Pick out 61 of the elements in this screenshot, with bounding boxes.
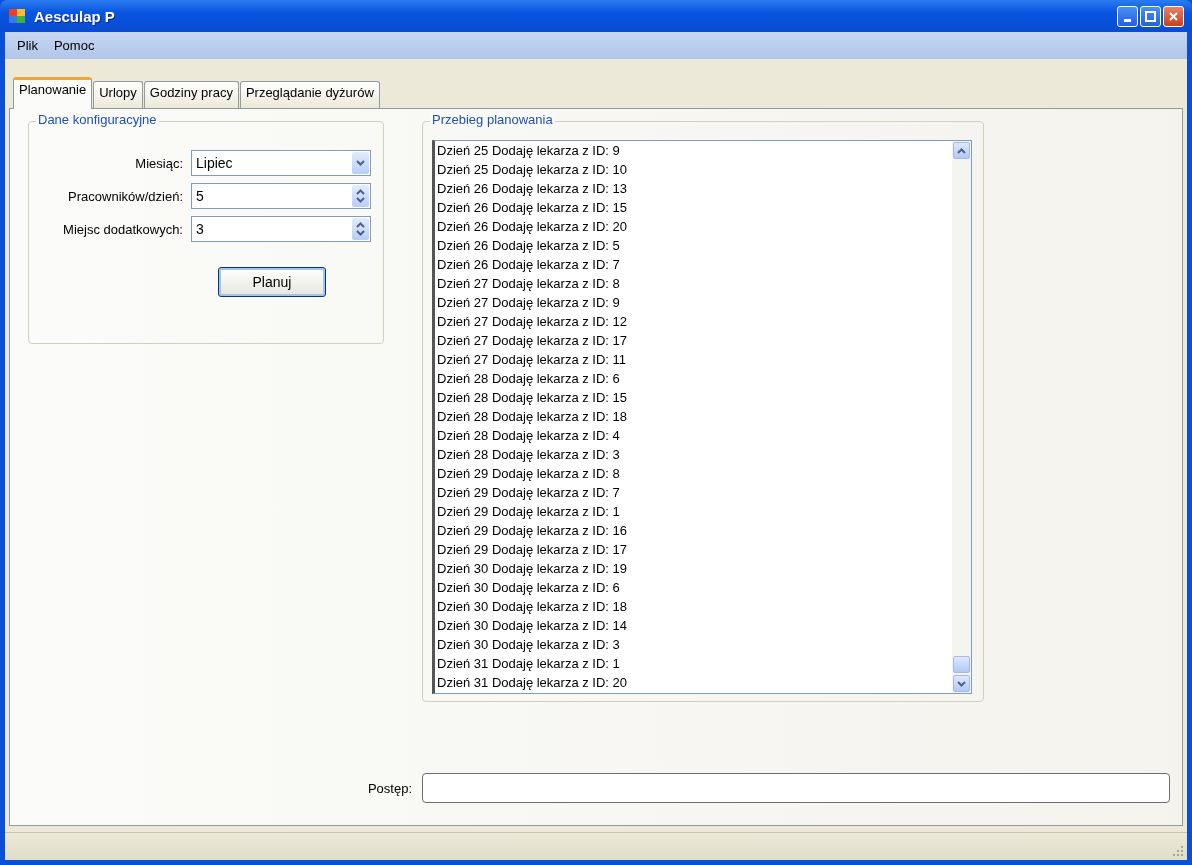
scroll-down-button[interactable] — [953, 675, 970, 692]
log-line: Dzień 29 Dodaję lekarza z ID: 7 — [437, 484, 621, 502]
log-line: Dzień 26 Dodaję lekarza z ID: 15 — [437, 199, 629, 217]
log-line: Dzień 29 Dodaję lekarza z ID: 16 — [437, 522, 629, 540]
resize-grip-icon — [1172, 845, 1184, 857]
log-line: Dzień 29 Dodaję lekarza z ID: 1 — [437, 503, 621, 521]
window-title: Aesculap P — [34, 7, 116, 25]
log-line: Dzień 28 Dodaję lekarza z ID: 3 — [437, 446, 621, 464]
month-dropdown[interactable]: Lipiec — [191, 150, 371, 176]
minimize-icon — [1124, 18, 1131, 22]
dropdown-button[interactable] — [352, 152, 369, 174]
log-line: Dzień 31 Dodaję lekarza z ID: 20 — [437, 674, 629, 692]
log-line: Dzień 30 Dodaję lekarza z ID: 14 — [437, 617, 629, 635]
field-label: Pracowników/dzień: — [68, 188, 183, 204]
log-line: Dzień 30 Dodaję lekarza z ID: 3 — [437, 636, 621, 654]
progress-label: Postęp: — [366, 780, 412, 796]
log-line: Dzień 30 Dodaję lekarza z ID: 19 — [437, 560, 629, 578]
log-line: Dzień 28 Dodaję lekarza z ID: 18 — [437, 408, 629, 426]
maximize-button[interactable] — [1140, 5, 1161, 27]
log-line: Dzień 29 Dodaję lekarza z ID: 17 — [437, 541, 629, 559]
log-line: Dzień 26 Dodaję lekarza z ID: 13 — [437, 180, 629, 198]
tab[interactable]: Godziny pracy — [143, 81, 239, 108]
log-line: Dzień 31 Dodaję lekarza z ID: 1 — [437, 655, 621, 673]
log-line: Dzień 27 Dodaję lekarza z ID: 12 — [437, 313, 629, 331]
menu-item[interactable]: Pomoc — [47, 36, 101, 55]
close-button[interactable] — [1163, 5, 1184, 27]
log-line: Dzień 27 Dodaję lekarza z ID: 17 — [437, 332, 629, 350]
log-line: Dzień 26 Dodaję lekarza z ID: 5 — [437, 237, 621, 255]
group-title: Przebieg planowania — [430, 112, 555, 127]
field-label: Miejsc dodatkowych: — [63, 221, 183, 237]
log-line: Dzień 28 Dodaję lekarza z ID: 15 — [437, 389, 629, 407]
log-line: Dzień 29 Dodaję lekarza z ID: 8 — [437, 465, 621, 483]
log-line: Dzień 26 Dodaję lekarza z ID: 7 — [437, 256, 621, 274]
log-line: Dzień 25 Dodaję lekarza z ID: 9 — [437, 142, 621, 160]
log-line: Dzień 28 Dodaję lekarza z ID: 6 — [437, 370, 621, 388]
field-label: Miesiąc: — [135, 155, 183, 171]
log-line: Dzień 27 Dodaję lekarza z ID: 11 — [437, 351, 628, 369]
minimize-button[interactable] — [1117, 5, 1138, 27]
tab[interactable]: Przeglądanie dyżurów — [239, 81, 380, 108]
tab[interactable]: Urlopy — [93, 81, 143, 108]
spin-button[interactable] — [352, 185, 369, 207]
scroll-up-button[interactable] — [953, 142, 970, 159]
spin-button[interactable] — [352, 218, 369, 240]
number-field[interactable]: 3 — [191, 216, 371, 242]
number-field[interactable]: 5 — [191, 183, 371, 209]
plan-button[interactable]: Planuj — [218, 267, 326, 297]
app-icon — [8, 7, 26, 25]
group-title: Dane konfiguracyjne — [36, 112, 159, 127]
menu-item[interactable]: Plik — [11, 36, 44, 55]
tab[interactable]: Planowanie — [13, 77, 93, 109]
log-line: Dzień 28 Dodaję lekarza z ID: 4 — [437, 427, 621, 445]
log-line: Dzień 27 Dodaję lekarza z ID: 9 — [437, 294, 621, 312]
log-line: Dzień 26 Dodaję lekarza z ID: 20 — [437, 218, 629, 236]
close-icon — [1168, 10, 1179, 22]
maximize-icon — [1145, 10, 1156, 22]
log-line: Dzień 27 Dodaję lekarza z ID: 8 — [437, 275, 621, 293]
log-line: Dzień 30 Dodaję lekarza z ID: 18 — [437, 598, 629, 616]
scroll-thumb[interactable] — [953, 656, 970, 673]
scrollbar[interactable] — [952, 141, 971, 693]
log-line: Dzień 25 Dodaję lekarza z ID: 10 — [437, 161, 629, 179]
log-line: Dzień 30 Dodaję lekarza z ID: 6 — [437, 579, 621, 597]
